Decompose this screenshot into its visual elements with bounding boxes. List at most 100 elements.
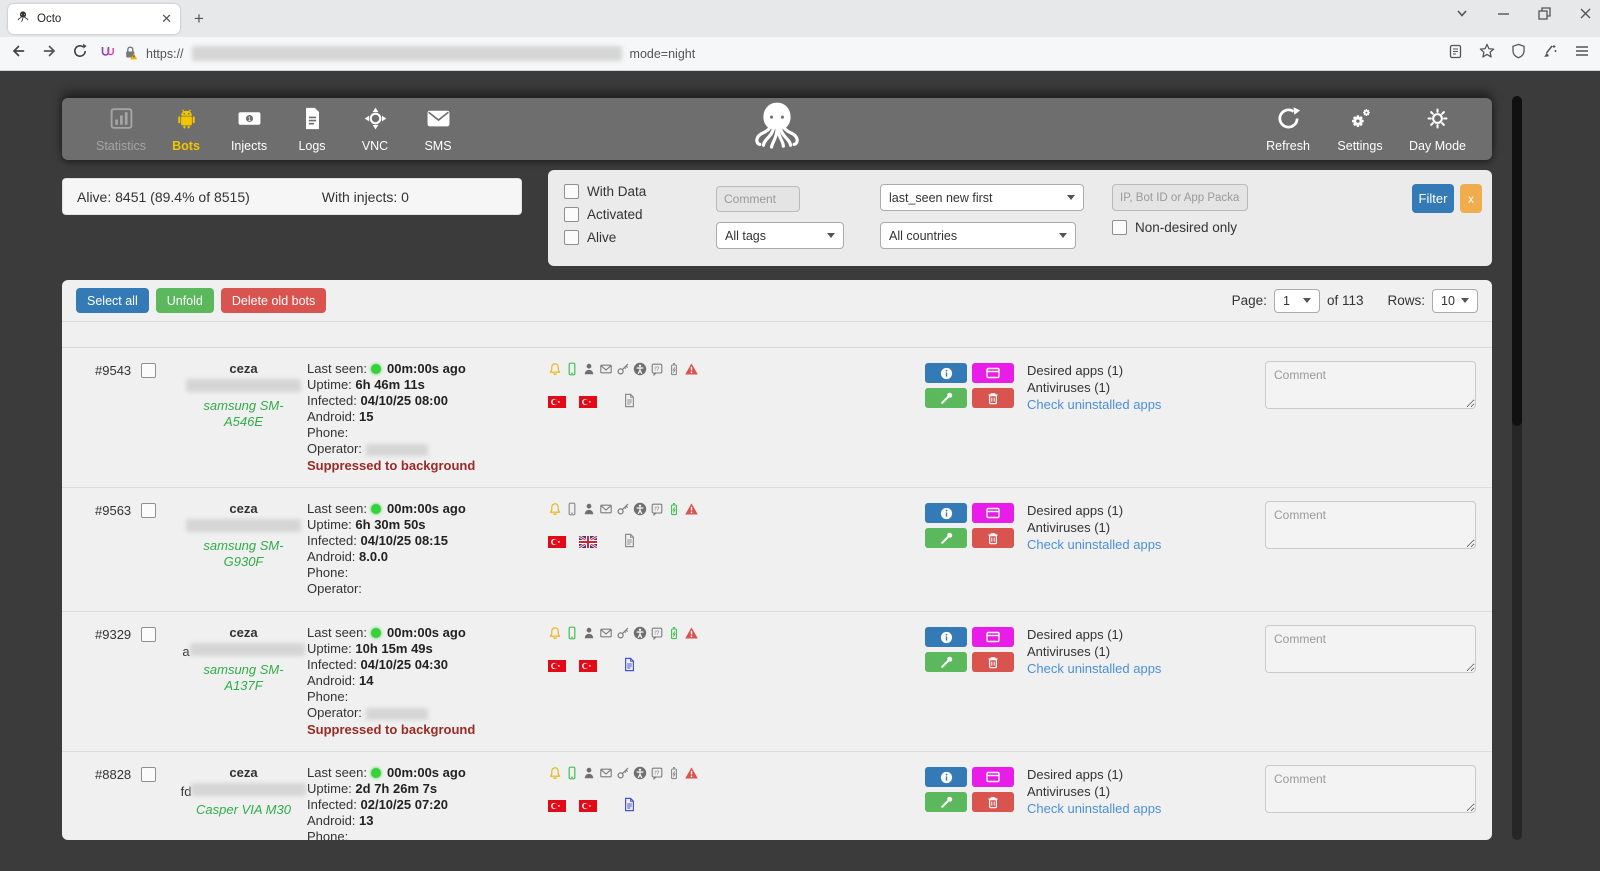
bot-links: Desired apps (1) Antiviruses (1) Check u… (1027, 361, 1265, 474)
accessibility-icon (633, 362, 647, 376)
filter-with-data[interactable]: With Data (564, 184, 646, 199)
back-button[interactable] (10, 43, 27, 64)
info-button[interactable] (925, 767, 967, 787)
spacer (788, 501, 925, 598)
delete-button[interactable] (972, 792, 1014, 812)
delete-button[interactable] (972, 388, 1014, 408)
nav-statistics[interactable]: Statistics (96, 106, 146, 153)
nav-vnc[interactable]: VNC (352, 106, 398, 153)
delete-button[interactable] (972, 652, 1014, 672)
octopus-logo (748, 97, 806, 164)
key-icon (616, 502, 630, 516)
android-line: Android: 8.0.0 (307, 549, 548, 565)
countries-select[interactable]: All countries (880, 222, 1076, 249)
alive-count: Alive: 8451 (89.4% of 8515) (63, 189, 250, 205)
bot-device-model: Casper VIA M30 (180, 802, 307, 818)
nav-day-mode[interactable]: Day Mode (1409, 106, 1466, 153)
check-uninstalled-link[interactable]: Check uninstalled apps (1027, 800, 1265, 817)
apps-button[interactable] (972, 767, 1014, 787)
cleaner-wand-icon[interactable] (1542, 43, 1558, 64)
antiviruses: Antiviruses (1) (1027, 783, 1265, 800)
checkbox[interactable] (564, 207, 579, 222)
bot-checkbox[interactable] (141, 363, 156, 378)
bot-actions (925, 625, 1027, 738)
apps-button[interactable] (972, 503, 1014, 523)
checkbox[interactable] (564, 184, 579, 199)
extension-icon[interactable] (100, 45, 115, 63)
filter-alive[interactable]: Alive (564, 230, 616, 245)
bot-comment-input[interactable] (1265, 361, 1476, 409)
bookmark-star-icon[interactable] (1479, 43, 1495, 64)
wrench-button[interactable] (925, 528, 967, 548)
filter-non-desired[interactable]: Non-desired only (1112, 220, 1237, 235)
bot-checkbox[interactable] (141, 767, 156, 782)
nav-label: Day Mode (1409, 139, 1466, 153)
reload-button[interactable] (72, 43, 88, 64)
info-button[interactable] (925, 503, 967, 523)
wrench-button[interactable] (925, 388, 967, 408)
sort-select[interactable]: last_seen new first (880, 184, 1084, 211)
wrench-button[interactable] (925, 652, 967, 672)
new-tab-button[interactable]: + (194, 9, 204, 29)
nav-refresh[interactable]: Refresh (1265, 106, 1311, 153)
check-uninstalled-link[interactable]: Check uninstalled apps (1027, 660, 1265, 677)
page-select[interactable]: 1 (1274, 289, 1320, 313)
check-uninstalled-link[interactable]: Check uninstalled apps (1027, 396, 1265, 413)
svg-text:!?: !? (654, 630, 660, 637)
rows-select[interactable]: 10 (1432, 289, 1478, 313)
minimize-button[interactable] (1497, 7, 1510, 20)
forward-button[interactable] (41, 43, 58, 64)
filter-button[interactable]: Filter (1412, 184, 1454, 213)
bot-checkbox[interactable] (141, 503, 156, 518)
info-button[interactable] (925, 627, 967, 647)
filter-activated[interactable]: Activated (564, 207, 643, 222)
menu-icon[interactable] (1574, 44, 1590, 63)
select-all-button[interactable]: Select all (76, 288, 149, 313)
nav-injects[interactable]: 1 Injects (226, 106, 272, 153)
apps-button[interactable] (972, 627, 1014, 647)
svg-text:1: 1 (247, 115, 251, 122)
nav-sms[interactable]: SMS (415, 106, 461, 153)
countries-select-value: All countries (889, 229, 957, 243)
suppressed-status: Suppressed to background (307, 722, 548, 738)
phone-line: Phone: (307, 565, 548, 581)
accessibility-icon (633, 626, 647, 640)
url-bar[interactable]: https:// mode=night (100, 45, 1436, 63)
bot-checkbox[interactable] (141, 627, 156, 642)
search-input[interactable] (1112, 184, 1248, 211)
tabs-dropdown-icon[interactable] (1455, 6, 1469, 20)
nav-settings[interactable]: Settings (1337, 106, 1383, 153)
info-button[interactable] (925, 363, 967, 383)
checkbox[interactable] (564, 230, 579, 245)
bot-row: #9543 ceza samsung SM-A546E Last seen:00… (62, 348, 1492, 488)
tab-close-icon[interactable]: ✕ (161, 11, 172, 27)
bot-row: #9329 ceza a samsung SM-A137F Last seen:… (62, 612, 1492, 752)
bot-comment-input[interactable] (1265, 625, 1476, 673)
nav-bots[interactable]: Bots (163, 106, 209, 153)
reader-mode-icon[interactable] (1448, 44, 1463, 64)
nav-label: VNC (362, 139, 388, 153)
scrollbar-thumb[interactable] (1512, 96, 1522, 426)
shield-icon[interactable] (1511, 43, 1526, 64)
android-line: Android: 13 (307, 813, 548, 829)
page-scrollbar[interactable] (1512, 96, 1522, 840)
clear-filter-button[interactable]: x (1460, 184, 1482, 213)
wrench-button[interactable] (925, 792, 967, 812)
checkbox[interactable] (1112, 220, 1127, 235)
nav-logs[interactable]: Logs (289, 106, 335, 153)
redacted-block (366, 708, 428, 720)
bot-comment-input[interactable] (1265, 765, 1476, 813)
country-flag (548, 660, 566, 672)
lock-warning-icon[interactable] (123, 45, 138, 63)
delete-button[interactable] (972, 528, 1014, 548)
browser-tab[interactable]: Octo ✕ (8, 4, 180, 34)
close-button[interactable] (1579, 7, 1592, 20)
bot-comment-input[interactable] (1265, 501, 1476, 549)
comment-filter-input[interactable] (716, 186, 800, 212)
unfold-button[interactable]: Unfold (156, 288, 214, 313)
check-uninstalled-link[interactable]: Check uninstalled apps (1027, 536, 1265, 553)
restore-button[interactable] (1538, 7, 1551, 20)
tags-select[interactable]: All tags (716, 222, 844, 249)
apps-button[interactable] (972, 363, 1014, 383)
delete-old-bots-button[interactable]: Delete old bots (221, 288, 326, 313)
